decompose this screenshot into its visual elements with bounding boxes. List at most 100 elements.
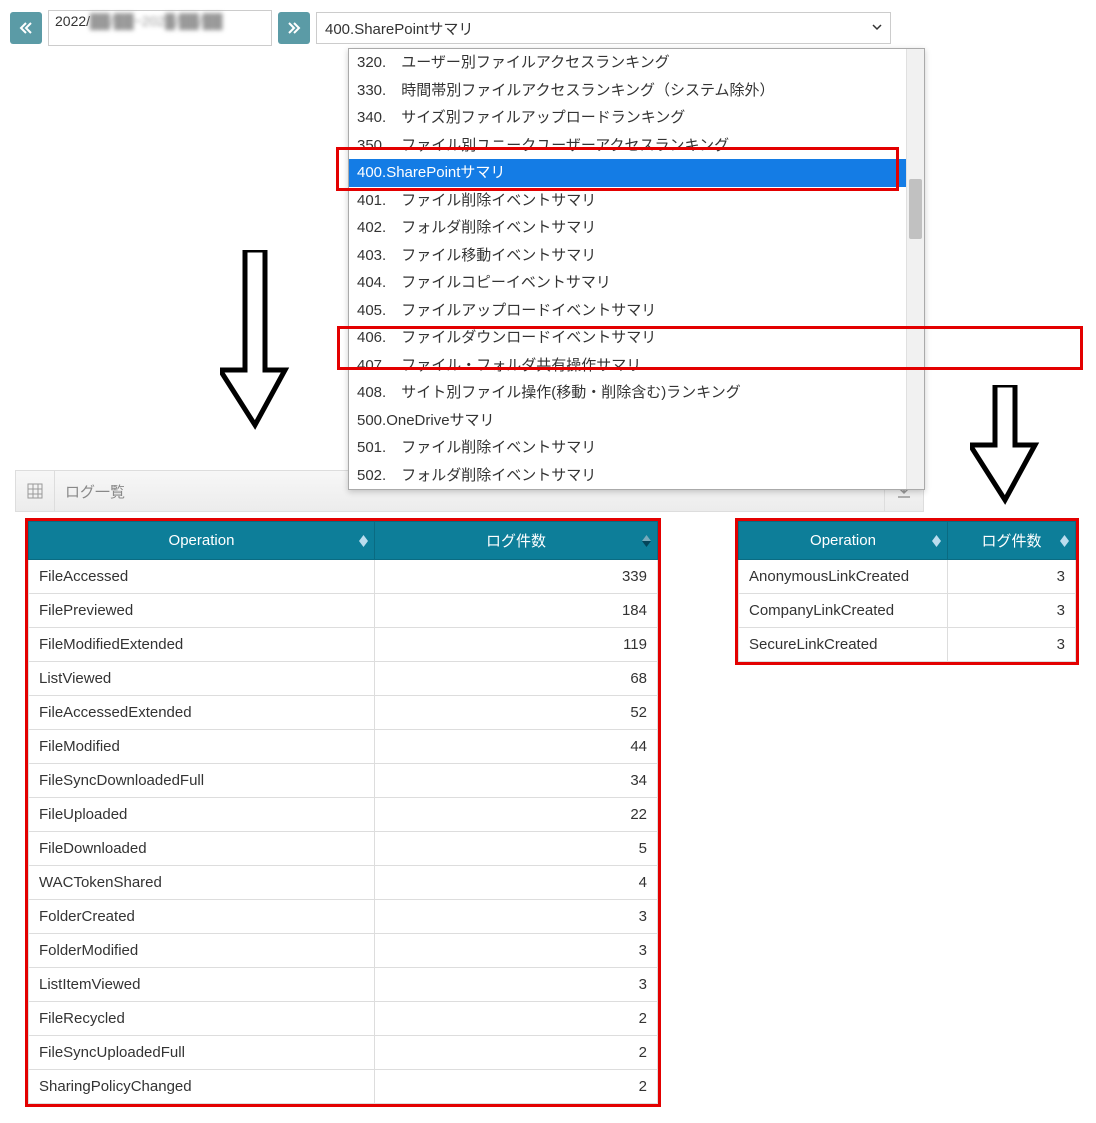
table-row: FolderModified3 [29,934,658,968]
cell-operation: SecureLinkCreated [739,628,948,662]
cell-operation: FileAccessedExtended [29,696,375,730]
cell-count: 68 [374,662,657,696]
table-row: FileModifiedExtended119 [29,628,658,662]
dropdown-item[interactable]: 408. サイト別ファイル操作(移動・削除含む)ランキング [349,379,924,407]
cell-count: 3 [374,900,657,934]
prev-button[interactable] [10,12,42,44]
table-row: FileSyncDownloadedFull34 [29,764,658,798]
cell-operation: CompanyLinkCreated [739,594,948,628]
table-row: CompanyLinkCreated3 [739,594,1076,628]
cell-operation: FileRecycled [29,1002,375,1036]
select-display[interactable]: 400.SharePointサマリ [316,12,891,44]
cell-count: 3 [947,628,1075,662]
cell-count: 4 [374,866,657,900]
th-operation[interactable]: Operation [739,522,948,560]
dropdown-item[interactable]: 406. ファイルダウンロードイベントサマリ [349,324,924,352]
cell-count: 34 [374,764,657,798]
sort-icon [359,535,368,547]
cell-operation: SharingPolicyChanged [29,1070,375,1104]
dropdown-item[interactable]: 350. ファイル別ユニークユーザーアクセスランキング [349,132,924,160]
table-left-wrap: Operation ログ件数 FileAccessed339FilePrevie… [25,518,661,1107]
dropdown-item[interactable]: 502. フォルダ削除イベントサマリ [349,462,924,490]
cell-count: 3 [947,594,1075,628]
cell-count: 2 [374,1002,657,1036]
table-row: FileModified44 [29,730,658,764]
top-toolbar: 2022/██/██~202█/██/██ 400.SharePointサマリ [10,10,1096,46]
cell-count: 52 [374,696,657,730]
sort-icon [932,535,941,547]
th-operation[interactable]: Operation [29,522,375,560]
cell-count: 119 [374,628,657,662]
table-row: ListItemViewed3 [29,968,658,1002]
cell-operation: FileModifiedExtended [29,628,375,662]
dropdown-item[interactable]: 340. サイズ別ファイルアップロードランキング [349,104,924,132]
cell-operation: FileModified [29,730,375,764]
cell-operation: FolderModified [29,934,375,968]
cell-operation: FileAccessed [29,560,375,594]
dropdown-list: 320. ユーザー別ファイルアクセスランキング330. 時間帯別ファイルアクセス… [349,49,924,489]
dropdown-item[interactable]: 404. ファイルコピーイベントサマリ [349,269,924,297]
dropdown-item[interactable]: 320. ユーザー別ファイルアクセスランキング [349,49,924,77]
dropdown-item[interactable]: 500.OneDriveサマリ [349,407,924,435]
table-row: SharingPolicyChanged2 [29,1070,658,1104]
cell-count: 22 [374,798,657,832]
table-row: AnonymousLinkCreated3 [739,560,1076,594]
cell-count: 3 [374,934,657,968]
cell-operation: ListItemViewed [29,968,375,1002]
table-row: FilePreviewed184 [29,594,658,628]
log-table-left: Operation ログ件数 FileAccessed339FilePrevie… [28,521,658,1104]
dropdown-item[interactable]: 402. フォルダ削除イベントサマリ [349,214,924,242]
table-row: FileAccessed339 [29,560,658,594]
cell-operation: FolderCreated [29,900,375,934]
table-row: FileUploaded22 [29,798,658,832]
sort-icon [1060,535,1069,547]
report-select[interactable]: 400.SharePointサマリ [316,12,891,44]
cell-operation: FileDownloaded [29,832,375,866]
th-count[interactable]: ログ件数 [947,522,1075,560]
cell-operation: FileSyncUploadedFull [29,1036,375,1070]
table-row: FolderCreated3 [29,900,658,934]
dropdown-item[interactable]: 403. ファイル移動イベントサマリ [349,242,924,270]
date-range-text: 2022/ [55,13,90,29]
scrollbar-thumb[interactable] [909,179,922,239]
cell-operation: AnonymousLinkCreated [739,560,948,594]
cell-count: 44 [374,730,657,764]
log-table-right: Operation ログ件数 AnonymousLinkCreated3Comp… [738,521,1076,662]
table-row: FileRecycled2 [29,1002,658,1036]
dropdown-item[interactable]: 401. ファイル削除イベントサマリ [349,187,924,215]
dropdown-item[interactable]: 400.SharePointサマリ [349,159,924,187]
table-row: WACTokenShared4 [29,866,658,900]
arrow-down-left [220,250,290,430]
table-right-wrap: Operation ログ件数 AnonymousLinkCreated3Comp… [735,518,1079,665]
double-chevron-left-icon [19,21,33,35]
date-range-input[interactable]: 2022/██/██~202█/██/██ [48,10,272,46]
cell-count: 3 [374,968,657,1002]
table-row: FileAccessedExtended52 [29,696,658,730]
table-row: ListViewed68 [29,662,658,696]
cell-operation: ListViewed [29,662,375,696]
cell-operation: FilePreviewed [29,594,375,628]
grid-icon[interactable] [16,471,55,511]
cell-count: 5 [374,832,657,866]
double-chevron-right-icon [287,21,301,35]
cell-operation: FileSyncDownloadedFull [29,764,375,798]
dropdown-item[interactable]: 501. ファイル削除イベントサマリ [349,434,924,462]
cell-count: 3 [947,560,1075,594]
cell-count: 339 [374,560,657,594]
cell-count: 2 [374,1036,657,1070]
dropdown-item[interactable]: 405. ファイルアップロードイベントサマリ [349,297,924,325]
th-count[interactable]: ログ件数 [374,522,657,560]
select-value: 400.SharePointサマリ [325,18,473,39]
next-button[interactable] [278,12,310,44]
table-row: FileSyncUploadedFull2 [29,1036,658,1070]
scrollbar-track[interactable] [906,49,924,489]
cell-count: 2 [374,1070,657,1104]
table-row: FileDownloaded5 [29,832,658,866]
dropdown-item[interactable]: 330. 時間帯別ファイルアクセスランキング（システム除外） [349,77,924,105]
table-row: SecureLinkCreated3 [739,628,1076,662]
date-range-blurred: ██/██~202█/██/██ [90,13,222,29]
report-dropdown: 320. ユーザー別ファイルアクセスランキング330. 時間帯別ファイルアクセス… [348,48,925,490]
dropdown-item[interactable]: 407. ファイル・フォルダ共有操作サマリ [349,352,924,380]
cell-operation: WACTokenShared [29,866,375,900]
cell-count: 184 [374,594,657,628]
